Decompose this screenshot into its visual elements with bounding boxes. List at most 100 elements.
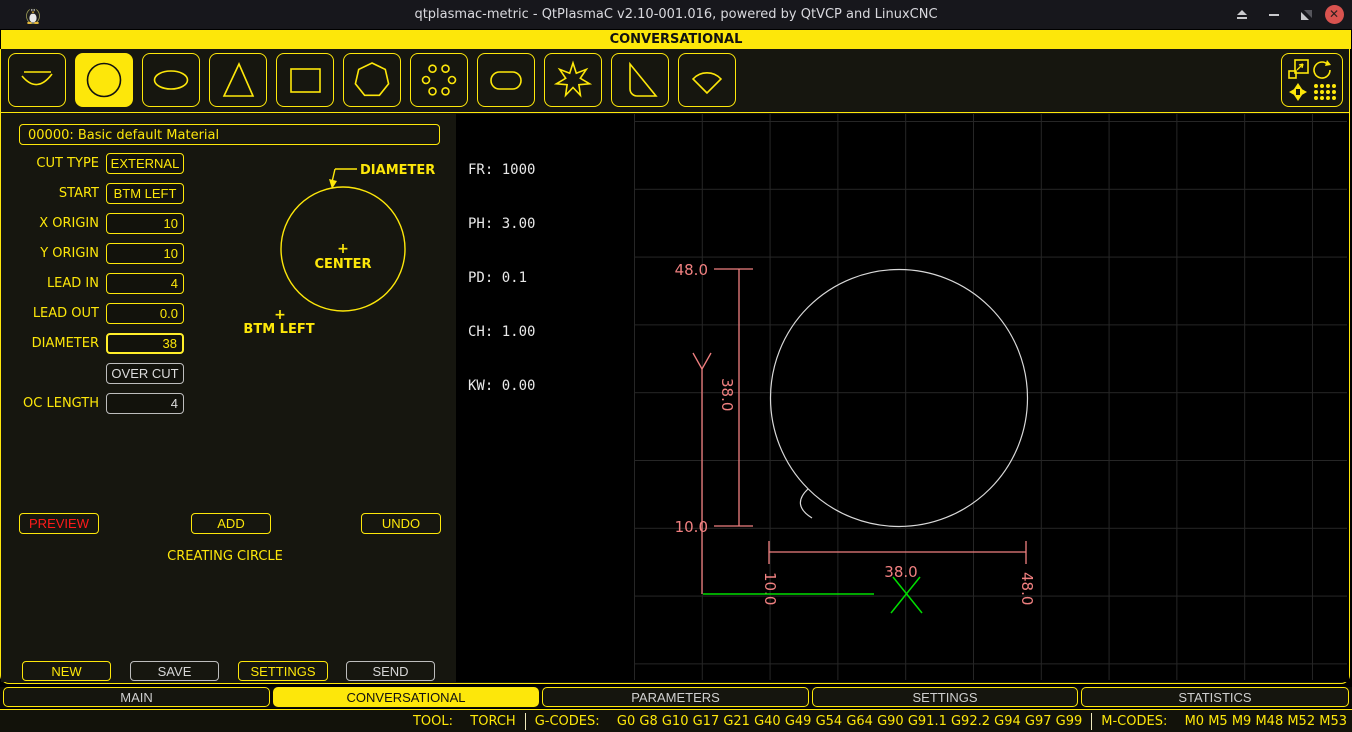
- circle-toolpath: [771, 270, 1028, 527]
- dim-x-left: 10.0: [761, 572, 779, 605]
- circle-icon: [83, 59, 125, 101]
- oc-length-input[interactable]: [106, 393, 184, 414]
- circle-help-diagram: DIAMETER + CENTER + BTM LEFT: [231, 151, 456, 351]
- mirror-icon: [1289, 83, 1307, 101]
- shape-line-button[interactable]: [8, 53, 66, 107]
- shape-rectangle-button[interactable]: [276, 53, 334, 107]
- tab-settings[interactable]: SETTINGS: [812, 687, 1078, 707]
- dim-y-length: 38.0: [718, 378, 736, 411]
- tab-statistics[interactable]: STATISTICS: [1081, 687, 1349, 707]
- status-bar: TOOL: TORCH G-CODES: G0 G8 G10 G17 G21 G…: [0, 709, 1352, 732]
- close-button[interactable]: ✕: [1324, 5, 1344, 24]
- lead-in-input[interactable]: [106, 273, 184, 294]
- dim-y-top: 48.0: [675, 261, 708, 279]
- mcodes-value: M0 M5 M9 M48 M52 M53: [1185, 714, 1347, 729]
- shape-toolbar: [1, 49, 1349, 113]
- rotate-icon: [1314, 60, 1331, 78]
- y-origin-input[interactable]: [106, 243, 184, 264]
- lead-in-label: LEAD IN: [1, 276, 99, 291]
- add-button[interactable]: ADD: [191, 513, 271, 534]
- rectangle-icon: [284, 59, 326, 101]
- shape-circle-button[interactable]: [75, 53, 133, 107]
- tool-label: TOOL:: [413, 714, 461, 729]
- main-tab-bar: MAIN CONVERSATIONAL PARAMETERS SETTINGS …: [0, 687, 1352, 708]
- gcodes-value: G0 G8 G10 G17 G21 G40 G49 G54 G64 G90 G9…: [617, 714, 1082, 729]
- shape-input-panel: 00000: Basic default Material CUT TYPE E…: [1, 114, 456, 682]
- star-icon: [552, 59, 594, 101]
- tab-parameters[interactable]: PARAMETERS: [542, 687, 809, 707]
- conversational-pane: 00000: Basic default Material CUT TYPE E…: [0, 49, 1350, 684]
- center-marker: +: [337, 241, 349, 257]
- x-origin-label: X ORIGIN: [1, 216, 99, 231]
- over-cut-button[interactable]: OVER CUT: [106, 363, 184, 384]
- tool-value: TORCH: [470, 714, 515, 729]
- line-icon: [16, 59, 58, 101]
- diagram-center-label: CENTER: [314, 257, 371, 272]
- cut-type-button[interactable]: EXTERNAL: [106, 153, 184, 174]
- shape-star-button[interactable]: [544, 53, 602, 107]
- ellipse-icon: [150, 59, 192, 101]
- conversational-banner: CONVERSATIONAL: [1, 30, 1351, 49]
- conversational-content: 00000: Basic default Material CUT TYPE E…: [1, 114, 1349, 682]
- undo-button[interactable]: UNDO: [361, 513, 441, 534]
- lead-out-label: LEAD OUT: [1, 306, 99, 321]
- lead-out-input[interactable]: [106, 303, 184, 324]
- tab-conversational[interactable]: CONVERSATIONAL: [273, 687, 539, 707]
- creating-status-text: CREATING CIRCLE: [1, 549, 449, 564]
- triangle-icon: [217, 59, 259, 101]
- cut-type-label: CUT TYPE: [1, 156, 99, 171]
- oc-length-label: OC LENGTH: [1, 396, 99, 411]
- shape-polygon-button[interactable]: [343, 53, 401, 107]
- shape-gusset-button[interactable]: [611, 53, 669, 107]
- save-button[interactable]: SAVE: [130, 661, 219, 681]
- x-origin-input[interactable]: [106, 213, 184, 234]
- mcodes-label: M-CODES:: [1101, 714, 1175, 729]
- scale-icon: [1289, 60, 1308, 78]
- settings-button[interactable]: SETTINGS: [238, 661, 328, 681]
- minimize-button[interactable]: [1264, 5, 1284, 24]
- diameter-label: DIAMETER: [1, 336, 99, 351]
- gcode-preview-plot: 48.0 10.0 38.0 38.0 10.0 48.0: [456, 114, 1349, 682]
- window-title: qtplasmac-metric - QtPlasmaC v2.10-001.0…: [0, 0, 1352, 29]
- diameter-input[interactable]: [106, 333, 184, 354]
- lead-in-arc: [800, 489, 812, 518]
- start-label: START: [1, 186, 99, 201]
- shade-window-button[interactable]: [1232, 5, 1252, 24]
- title-bar: qtplasmac-metric - QtPlasmaC v2.10-001.0…: [0, 0, 1352, 29]
- tab-main[interactable]: MAIN: [3, 687, 270, 707]
- bolt-circle-icon: [418, 59, 460, 101]
- diagram-btm-left-label: BTM LEFT: [243, 322, 314, 337]
- statusbar-separator: [1091, 713, 1092, 730]
- start-point-x-mark: [893, 577, 922, 613]
- close-icon: ✕: [1325, 5, 1344, 24]
- statusbar-separator: [525, 713, 526, 730]
- shape-slot-button[interactable]: [477, 53, 535, 107]
- dim-x-length: 38.0: [884, 563, 917, 581]
- shape-ellipse-button[interactable]: [142, 53, 200, 107]
- dimension-labels: 48.0 10.0 38.0 38.0 10.0 48.0: [675, 261, 1036, 605]
- new-button[interactable]: NEW: [22, 661, 111, 681]
- material-select[interactable]: 00000: Basic default Material: [19, 124, 440, 145]
- dim-x-right: 48.0: [1018, 572, 1036, 605]
- send-button[interactable]: SEND: [346, 661, 435, 681]
- maximize-button[interactable]: [1296, 5, 1316, 24]
- polygon-icon: [351, 59, 393, 101]
- shape-triangle-button[interactable]: [209, 53, 267, 107]
- shape-sector-button[interactable]: [678, 53, 736, 107]
- origin-marks: [703, 577, 922, 613]
- shape-transform-button[interactable]: [1281, 53, 1343, 107]
- sector-icon: [686, 59, 728, 101]
- slot-icon: [485, 59, 527, 101]
- shape-bolt-circle-button[interactable]: [410, 53, 468, 107]
- preview-button[interactable]: PREVIEW: [19, 513, 99, 534]
- y-origin-label: Y ORIGIN: [1, 246, 99, 261]
- diagram-diameter-label: DIAMETER: [360, 163, 435, 178]
- start-position-button[interactable]: BTM LEFT: [106, 183, 184, 204]
- preview-canvas: FR: 1000 PH: 3.00 PD: 0.1 CH: 1.00 KW: 0…: [456, 114, 1349, 682]
- dim-y-bottom: 10.0: [675, 518, 708, 536]
- array-icon: [1314, 84, 1336, 100]
- btm-left-marker: +: [274, 307, 286, 323]
- gusset-icon: [619, 59, 661, 101]
- gcodes-label: G-CODES:: [535, 714, 608, 729]
- dimension-lines: [693, 269, 1026, 594]
